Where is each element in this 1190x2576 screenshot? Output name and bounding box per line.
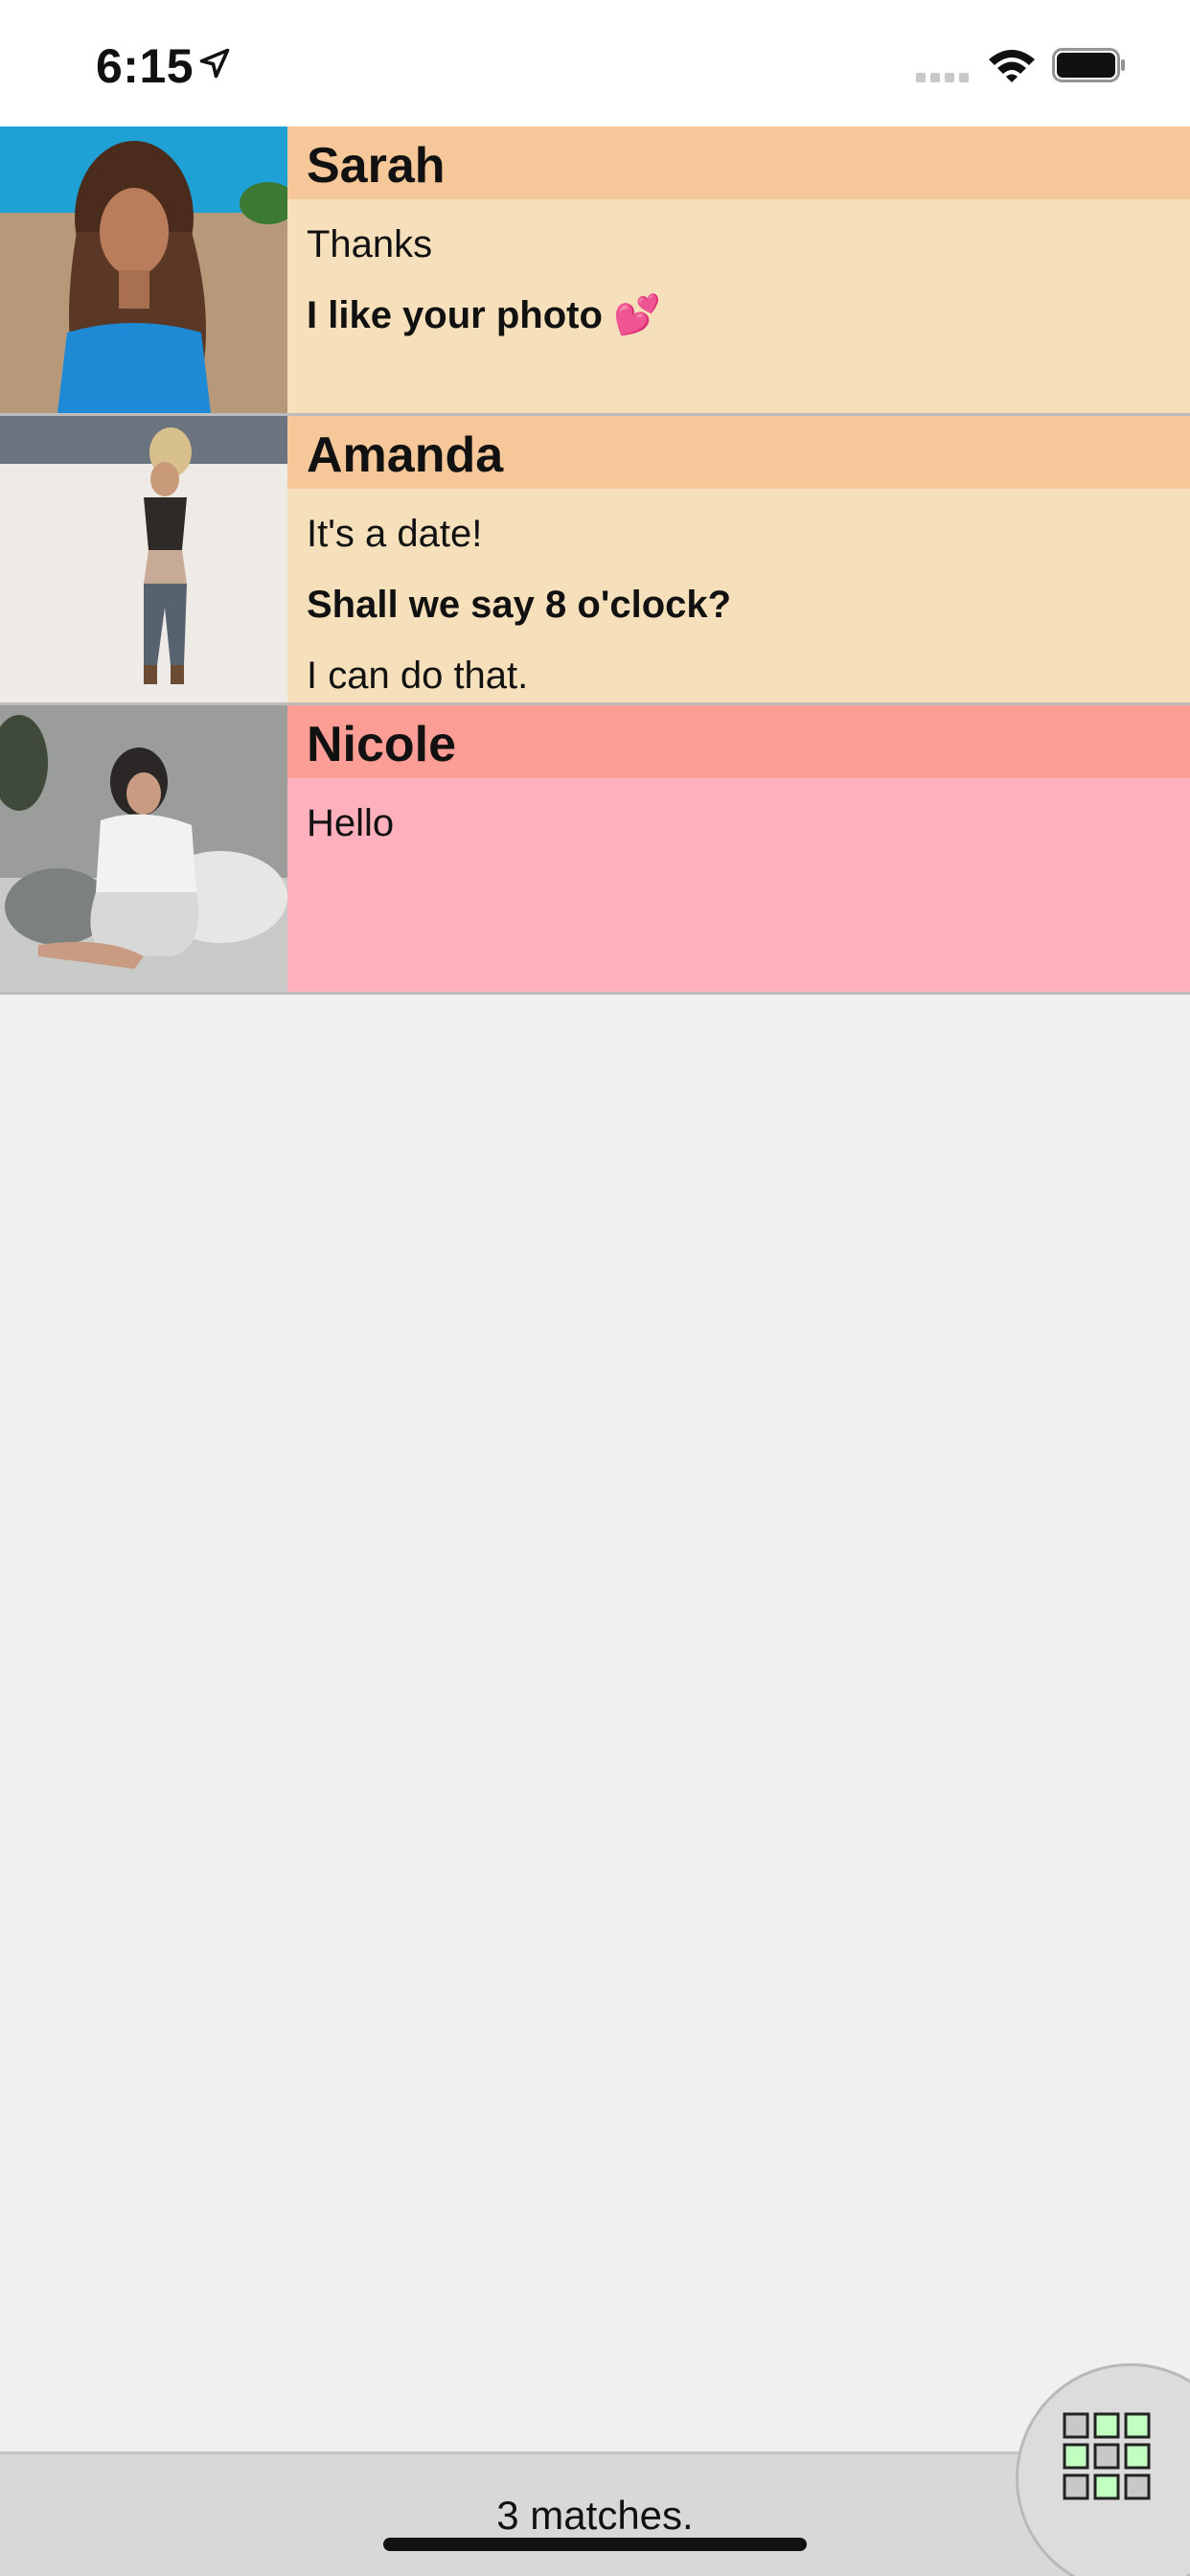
location-arrow-icon — [199, 48, 230, 79]
profile-photo-amanda — [0, 416, 287, 702]
wifi-icon — [989, 50, 1035, 82]
conversation-preview-amanda[interactable]: Amanda It's a date! Shall we say 8 o'clo… — [287, 416, 1190, 702]
home-indicator[interactable] — [383, 2538, 807, 2551]
avatar-nicole[interactable] — [0, 705, 287, 992]
grid-view-button[interactable] — [1016, 2363, 1190, 2576]
match-list: Sarah Thanks I like your photo 💕 Amanda … — [0, 126, 1190, 995]
avatar-amanda[interactable] — [0, 416, 287, 702]
grid-icon — [1063, 2412, 1151, 2500]
message-list: Hello — [287, 778, 1190, 859]
match-row-amanda[interactable]: Amanda It's a date! Shall we say 8 o'clo… — [0, 416, 1190, 705]
match-row-sarah[interactable]: Sarah Thanks I like your photo 💕 — [0, 126, 1190, 416]
battery-icon — [1052, 48, 1125, 82]
match-name: Amanda — [287, 416, 1190, 489]
message-text: It's a date! — [307, 513, 483, 555]
message-text: Hello — [307, 802, 395, 844]
profile-photo-sarah — [0, 126, 287, 413]
match-name: Sarah — [287, 126, 1190, 199]
message-list: It's a date! Shall we say 8 o'clock? I c… — [287, 489, 1190, 711]
conversation-preview-sarah[interactable]: Sarah Thanks I like your photo 💕 — [287, 126, 1190, 413]
conversation-preview-nicole[interactable]: Nicole Hello — [287, 705, 1190, 992]
profile-photo-nicole — [0, 705, 287, 992]
avatar-sarah[interactable] — [0, 126, 287, 413]
message-list: Thanks I like your photo 💕 — [287, 199, 1190, 351]
match-row-nicole[interactable]: Nicole Hello — [0, 705, 1190, 995]
status-bar: 6:15 — [0, 0, 1190, 126]
message-text: Shall we say 8 o'clock? — [307, 584, 732, 626]
match-name: Nicole — [287, 705, 1190, 778]
match-count-label: 3 matches. — [496, 2493, 694, 2538]
status-time: 6:15 — [96, 39, 195, 93]
footer-bar: 3 matches. — [0, 2451, 1190, 2576]
message-text: I like your photo 💕 — [307, 294, 661, 336]
message-text: Thanks — [307, 223, 433, 265]
cellular-signal-icon — [916, 73, 969, 82]
message-text: I can do that. — [307, 655, 529, 697]
